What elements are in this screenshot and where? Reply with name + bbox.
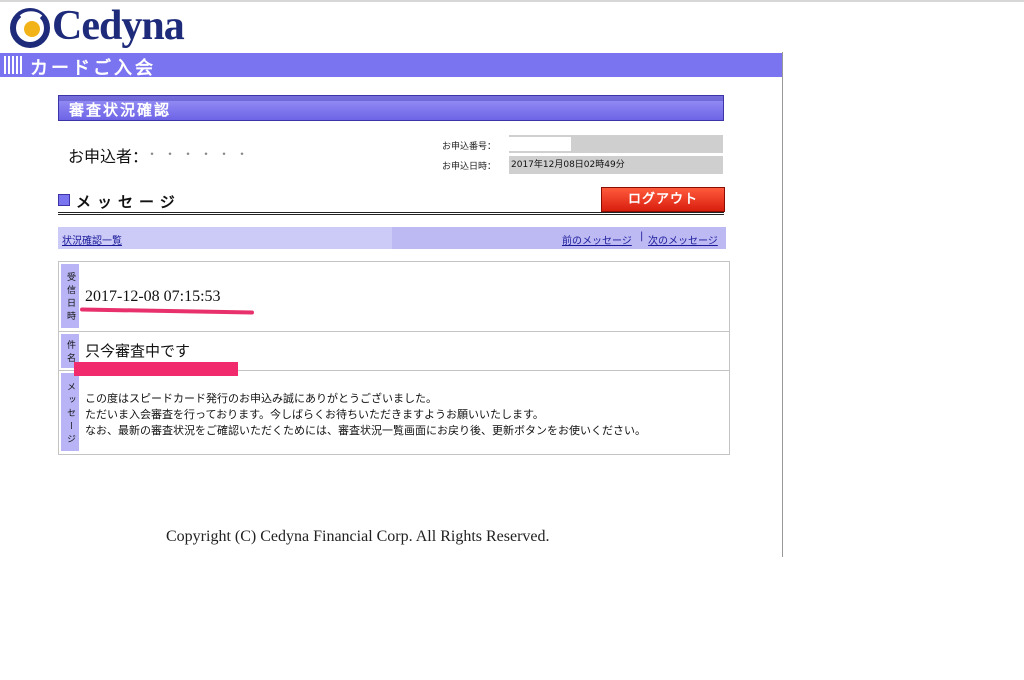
status-list-link[interactable]: 状況確認一覧 xyxy=(62,232,122,247)
received-datetime: 2017-12-08 07:15:53 xyxy=(85,288,221,305)
subject-value: 只今審査中です xyxy=(85,342,191,360)
received-row: 受信日時 2017-12-08 07:15:53 xyxy=(59,262,729,332)
section-title-bar: 審査状況確認 xyxy=(58,95,724,121)
header-title: カードご入会 xyxy=(30,58,156,79)
section-title: 審査状況確認 xyxy=(69,101,172,119)
message-detail-table: 受信日時 2017-12-08 07:15:53 件名 只今審査中です メッセー… xyxy=(58,261,730,455)
message-line: この度はスピードカード発行のお申込み誠にありがとうございました。 xyxy=(85,392,437,405)
header-stripes-icon xyxy=(4,56,22,74)
pink-highlight-mark xyxy=(74,362,238,376)
application-number-value xyxy=(509,135,723,153)
message-label: メッセージ xyxy=(61,373,79,451)
applicant-masked-name: ・・・・・・ xyxy=(146,147,255,161)
applicant-label: お申込者： xyxy=(68,147,141,166)
applicant-name: お申込者： ・・・・・・ xyxy=(68,143,254,167)
copyright-footer: Copyright (C) Cedyna Financial Corp. All… xyxy=(166,528,550,545)
cedyna-logo: Cedyna xyxy=(8,3,208,52)
header-bar: カードご入会 xyxy=(0,53,782,79)
received-label: 受信日時 xyxy=(61,264,79,328)
square-bullet-icon xyxy=(58,194,70,206)
message-nav-bar: 状況確認一覧 前のメッセージ | 次のメッセージ xyxy=(58,227,726,249)
message-row: メッセージ この度はスピードカード発行のお申込み誠にありがとうございました。 た… xyxy=(59,371,729,454)
next-message-link[interactable]: 次のメッセージ xyxy=(648,232,718,247)
message-heading: メッセージ xyxy=(58,191,181,212)
message-heading-rule xyxy=(58,212,724,215)
message-line: ただいま入会審査を行っております。今しばらくお待ちいただきますようお願いいたしま… xyxy=(85,408,544,421)
application-date-value: 2017年12月08日02時49分 xyxy=(509,156,723,174)
application-date-label: お申込日時： xyxy=(442,162,497,172)
application-number-label: お申込番号： xyxy=(442,142,497,152)
logo-mark-icon xyxy=(10,8,50,48)
prev-message-link[interactable]: 前のメッセージ xyxy=(562,232,632,247)
logo-text: Cedyna xyxy=(52,3,185,49)
nav-separator: | xyxy=(640,231,644,242)
content-right-border xyxy=(782,52,783,557)
logout-button[interactable]: ログアウト xyxy=(601,187,725,212)
message-line: なお、最新の審査状況をご確認いただくためには、審査状況一覧画面にお戻り後、更新ボ… xyxy=(85,424,646,437)
